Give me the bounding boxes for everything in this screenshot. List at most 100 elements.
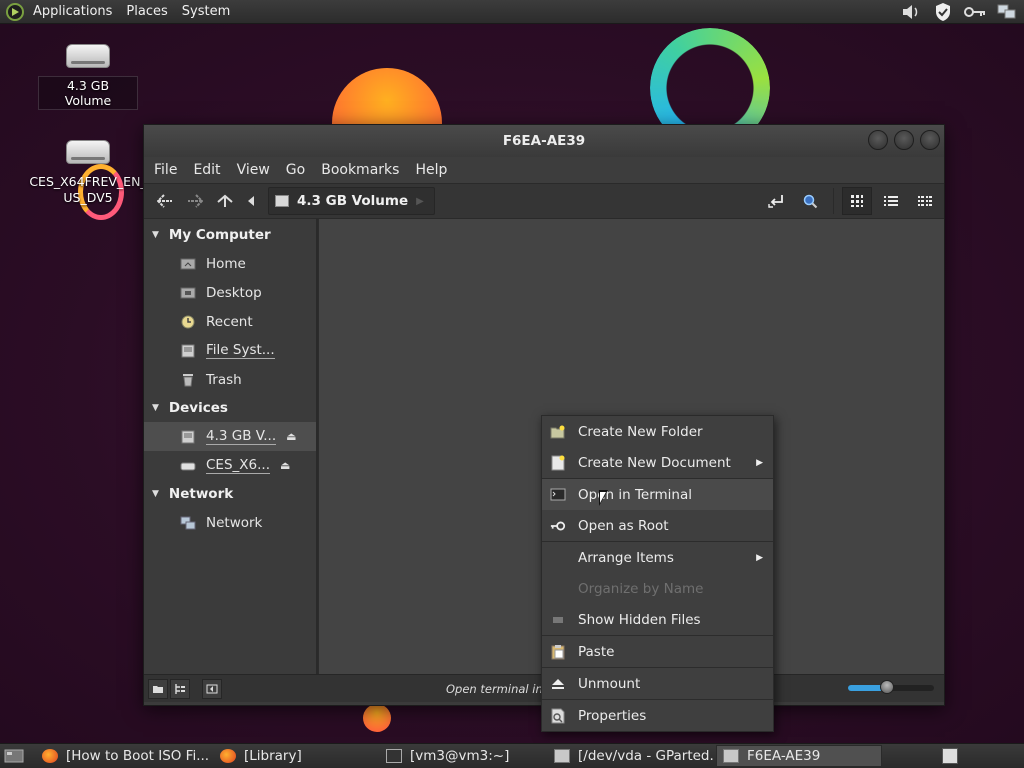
bottom-taskbar: [How to Boot ISO Fi... [Library] [vm3@vm… (0, 743, 1024, 768)
menu-item-create-new-folder[interactable]: Create New Folder (542, 416, 773, 447)
panel-menu-applications[interactable]: Applications (26, 0, 119, 24)
panel-menu-bar: Applications Places System (0, 0, 237, 24)
places-sidebar: ▼ My Computer Home Desktop Recent File S… (144, 219, 316, 674)
menu-item-paste[interactable]: Paste (542, 636, 773, 667)
menu-item-label: Unmount (578, 675, 641, 692)
close-button[interactable] (920, 130, 940, 150)
breadcrumb-current[interactable]: 4.3 GB Volume ▶ (268, 187, 435, 215)
sidebar-section-network[interactable]: ▼ Network (144, 480, 316, 508)
sidebar-item-trash[interactable]: Trash (144, 365, 316, 394)
sidebar-section-my-computer[interactable]: ▼ My Computer (144, 221, 316, 249)
terminal-icon (386, 749, 402, 763)
context-menu: Create New Folder Create New Document ▶ … (541, 415, 774, 732)
maximize-button[interactable] (894, 130, 914, 150)
volume-icon[interactable] (900, 2, 922, 22)
zoom-slider-handle[interactable] (879, 680, 894, 694)
menu-help[interactable]: Help (407, 162, 455, 178)
desktop-icon-ces-disc[interactable]: CES_X64FREV_EN_US_DV5 (26, 140, 150, 206)
recent-icon (180, 315, 196, 329)
eject-icon[interactable]: ⏏ (280, 459, 290, 472)
path-left-arrow-icon[interactable] (240, 187, 262, 215)
panel-menu-system[interactable]: System (175, 0, 237, 24)
new-document-icon (550, 455, 566, 471)
menu-item-arrange-items[interactable]: Arrange Items ▶ (542, 542, 773, 573)
up-button[interactable] (210, 187, 240, 215)
back-button[interactable] (150, 187, 180, 215)
show-tree-button[interactable] (170, 678, 190, 699)
filesystem-icon (180, 344, 196, 358)
workspace-switcher[interactable] (942, 748, 958, 764)
hide-sidebar-button[interactable] (202, 678, 222, 699)
sidebar-item-home[interactable]: Home (144, 249, 316, 278)
toggle-location-icon[interactable] (761, 187, 791, 215)
drive-icon (66, 140, 110, 164)
sidebar-item-desktop[interactable]: Desktop (144, 278, 316, 307)
show-desktop-button[interactable] (2, 746, 26, 766)
icon-view-button[interactable] (842, 187, 872, 215)
sidebar-item-label: Recent (206, 313, 253, 330)
sidebar-item-label: CES_X6... (206, 457, 270, 474)
paste-icon (550, 644, 566, 660)
zoom-slider[interactable] (848, 680, 934, 694)
menu-edit[interactable]: Edit (185, 162, 228, 178)
sidebar-item-recent[interactable]: Recent (144, 307, 316, 336)
forward-button[interactable] (180, 187, 210, 215)
key-icon[interactable] (964, 2, 986, 22)
drive-icon (275, 195, 289, 207)
menu-item-open-as-root[interactable]: Open as Root (542, 510, 773, 541)
sidebar-item-network[interactable]: Network (144, 508, 316, 537)
expander-down-icon[interactable]: ▼ (152, 403, 159, 413)
checkbox-icon[interactable] (550, 612, 566, 628)
menu-item-properties[interactable]: Properties (542, 700, 773, 731)
firefox-icon (42, 749, 58, 763)
network-icon[interactable] (996, 2, 1018, 22)
menu-item-label: Paste (578, 643, 615, 660)
sidebar-section-devices[interactable]: ▼ Devices (144, 394, 316, 422)
taskbar-button-library[interactable]: [Library] (214, 745, 378, 767)
menu-item-create-new-document[interactable]: Create New Document ▶ (542, 447, 773, 478)
shield-icon[interactable] (932, 2, 954, 22)
expander-down-icon[interactable]: ▼ (152, 230, 159, 240)
desktop-icon-label: 4.3 GB Volume (38, 76, 138, 110)
menu-item-label: Open as Root (578, 517, 669, 534)
menu-item-show-hidden-files[interactable]: Show Hidden Files (542, 604, 773, 635)
menu-go[interactable]: Go (278, 162, 313, 178)
search-icon[interactable] (795, 187, 825, 215)
root-key-icon (550, 518, 566, 534)
menu-view[interactable]: View (229, 162, 278, 178)
menu-item-open-in-terminal[interactable]: Open in Terminal (542, 479, 773, 510)
menu-bookmarks[interactable]: Bookmarks (313, 162, 407, 178)
sidebar-item-filesystem[interactable]: File Syst... (144, 336, 316, 365)
minimize-button[interactable] (868, 130, 888, 150)
menu-file[interactable]: File (146, 162, 185, 178)
menu-item-unmount[interactable]: Unmount (542, 668, 773, 699)
toolbar-separator (833, 188, 834, 214)
desktop-icon-volume[interactable]: 4.3 GB Volume (38, 44, 138, 110)
sidebar-item-label: Network (206, 514, 263, 531)
window-menubar: File Edit View Go Bookmarks Help (144, 157, 944, 183)
taskbar-button-label: F6EA-AE39 (747, 748, 821, 764)
sidebar-section-title: Devices (168, 400, 228, 416)
sidebar-item-ces-disc[interactable]: CES_X6... ⏏ (144, 451, 316, 480)
taskbar-button-file-manager[interactable]: F6EA-AE39 (716, 745, 882, 767)
taskbar-button-firefox-boot[interactable]: [How to Boot ISO Fi... (36, 745, 212, 767)
sidebar-item-volume[interactable]: 4.3 GB V... ⏏ (144, 422, 316, 451)
show-places-button[interactable] (148, 678, 168, 699)
sidebar-item-label: Home (206, 255, 246, 272)
taskbar-button-gparted[interactable]: [/dev/vda - GParted... (548, 745, 714, 767)
panel-menu-places[interactable]: Places (119, 0, 174, 24)
list-view-button[interactable] (876, 187, 906, 215)
compact-view-button[interactable] (910, 187, 940, 215)
window-toolbar: 4.3 GB Volume ▶ (144, 183, 944, 219)
expander-down-icon[interactable]: ▼ (152, 489, 159, 499)
breadcrumb-arrow-icon: ▶ (416, 195, 424, 207)
window-titlebar[interactable]: F6EA-AE39 (144, 125, 944, 157)
arrange-blank-icon (550, 550, 566, 566)
taskbar-button-terminal[interactable]: [vm3@vm3:~] (380, 745, 546, 767)
eject-icon[interactable]: ⏏ (286, 430, 296, 443)
eject-icon (550, 676, 566, 692)
desktop-icon-label: CES_X64FREV_EN_US_DV5 (29, 174, 147, 205)
drive-icon (180, 430, 196, 444)
menu-item-label: Show Hidden Files (578, 611, 701, 628)
applications-logo-icon[interactable] (6, 2, 24, 21)
